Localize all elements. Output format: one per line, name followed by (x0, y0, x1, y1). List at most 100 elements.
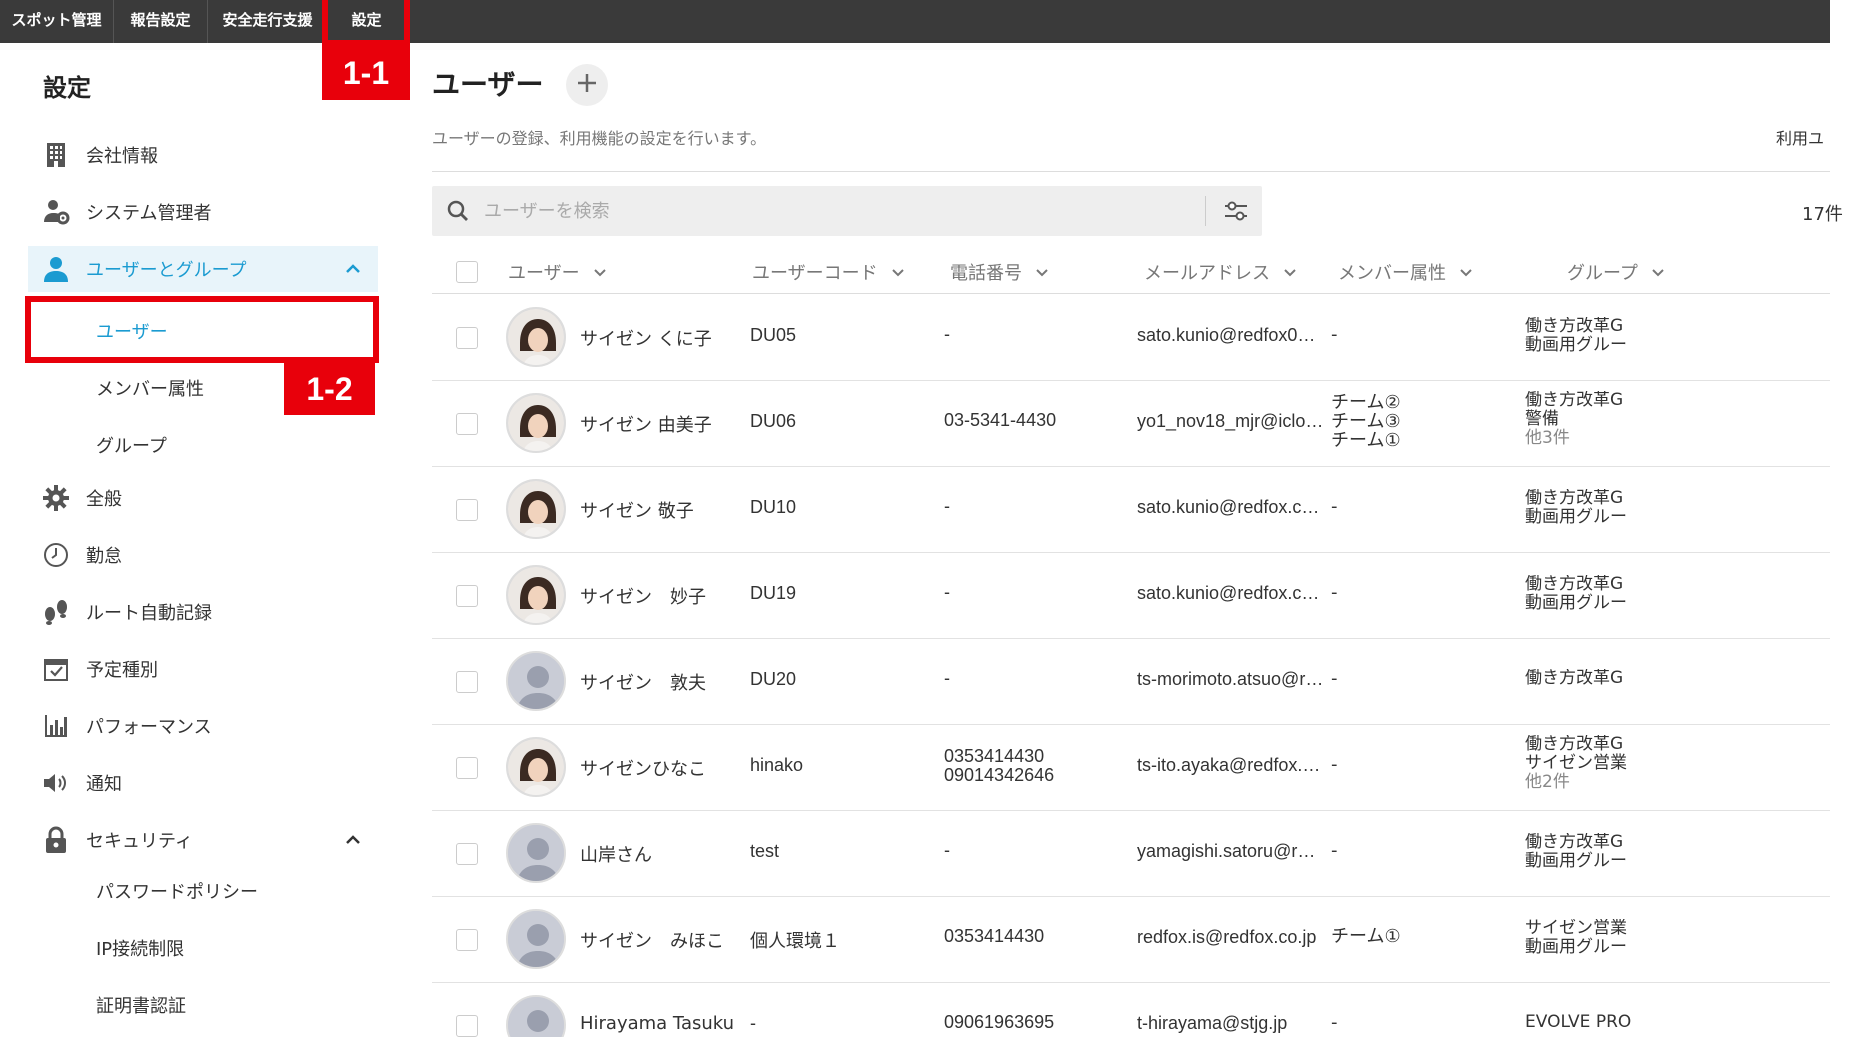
user-name[interactable]: サイゼンひなこ (580, 755, 750, 781)
group-list: 働き方改革G 警備 他3件 (1525, 391, 1624, 448)
user-name[interactable]: サイゼン くに子 (580, 325, 750, 351)
user-code: DU10 (750, 497, 797, 517)
sidebar-item-general[interactable]: 全般 (28, 475, 378, 521)
column-header-phone[interactable]: 電話番号 (950, 259, 1050, 285)
add-user-button[interactable] (566, 64, 608, 106)
tab-spot-management[interactable]: スポット管理 (0, 0, 114, 43)
group-list: 働き方改革G 動画用グルー (1525, 317, 1627, 355)
user-name[interactable]: サイゼン 妙子 (580, 583, 750, 609)
sidebar-item-route-auto-record[interactable]: ルート自動記録 (28, 589, 378, 635)
table-row[interactable]: サイゼン 妙子 DU19- sato.kunio@redfox.co.jp - 働き方改… (432, 553, 1830, 639)
member-attributes: - (1331, 325, 1338, 344)
user-code: - (750, 1013, 756, 1033)
top-nav: スポット管理 報告設定 安全走行支援 設定 (0, 0, 1830, 43)
column-label: 電話番号 (950, 263, 1022, 284)
table-row[interactable]: 山岸さん test - yamagishi.satoru@redf… - 働き方改革G 動画… (432, 811, 1830, 897)
table-row[interactable]: サイゼン 敬子 DU10- sato.kunio@redfox.co.jp - 働き方改… (432, 467, 1830, 553)
row-checkbox[interactable] (456, 585, 478, 607)
sidebar-item-schedule-types[interactable]: 予定種別 (28, 646, 378, 692)
sidebar-item-users-groups[interactable]: ユーザーとグループ (28, 246, 378, 292)
member-attributes: - (1331, 841, 1338, 860)
sidebar-item-label: 勤怠 (86, 546, 122, 567)
phone-number: - (944, 583, 950, 602)
email-address: yo1_nov18_mjr@iclou… (1137, 411, 1325, 431)
chevron-up-icon[interactable] (342, 258, 364, 280)
sidebar-item-performance[interactable]: パフォーマンス (28, 703, 378, 749)
table-row[interactable]: サイゼンひなこ hinako 0353414430 09014342646 ts-ito… (432, 725, 1830, 811)
user-avatar (506, 565, 566, 625)
chevron-down-icon (592, 264, 608, 280)
sidebar-item-label: ルート自動記録 (86, 603, 212, 624)
sidebar-subitem-ip-restriction[interactable]: IP接続制限 (96, 935, 184, 961)
sidebar-item-label: パフォーマンス (86, 717, 212, 738)
user-name[interactable]: サイゼン 由美子 (580, 411, 750, 437)
sidebar-item-notifications[interactable]: 通知 (28, 760, 378, 806)
sidebar-item-security[interactable]: セキュリティ (28, 817, 378, 863)
result-count: 17件 (1802, 204, 1843, 225)
table-row[interactable]: サイゼン 敦夫 DU20- ts-morimoto.atsuo@re… - 働き方改革G (432, 639, 1830, 725)
page-title: ユーザー (432, 68, 544, 101)
sidebar-subitem-certificate-auth[interactable]: 証明書認証 (96, 992, 186, 1018)
group-list: 働き方改革G 動画用グルー (1525, 833, 1627, 871)
user-icon (42, 255, 70, 283)
column-header-email[interactable]: メールアドレス (1144, 259, 1298, 285)
tab-report-settings[interactable]: 報告設定 (114, 0, 208, 43)
user-avatar (506, 307, 566, 367)
phone-number: - (944, 325, 950, 344)
column-label: ユーザー (508, 263, 580, 284)
sidebar-item-company-info[interactable]: 会社情報 (28, 132, 378, 178)
select-all-checkbox[interactable] (456, 261, 478, 283)
search-input[interactable] (484, 186, 1164, 236)
plus-icon (575, 71, 599, 99)
tab-safe-driving[interactable]: 安全走行支援 (208, 0, 328, 43)
users-table: ユーザー ユーザーコード 電話番号 メールアドレス メンバー属性 グループ サイ… (432, 247, 1830, 1037)
table-header: ユーザー ユーザーコード 電話番号 メールアドレス メンバー属性 グループ (432, 247, 1830, 294)
search-bar (432, 186, 1262, 236)
table-row[interactable]: サイゼン 由美子 DU06 03-5341-4430 yo1_nov18_mjr@ic… (432, 381, 1830, 467)
building-icon (42, 141, 70, 169)
column-label: グループ (1567, 263, 1638, 284)
sidebar-item-label: 全般 (86, 489, 122, 510)
member-attributes: - (1331, 669, 1338, 688)
row-checkbox[interactable] (456, 1015, 478, 1037)
column-header-user[interactable]: ユーザー (508, 259, 608, 285)
column-header-group[interactable]: グループ (1567, 259, 1666, 285)
email-address: sato.kunio@redfox.co.jp (1137, 583, 1325, 603)
chevron-up-icon[interactable] (342, 829, 364, 851)
user-name[interactable]: サイゼン みほこ (580, 927, 750, 953)
admin-gear-icon (42, 198, 70, 226)
speaker-icon (42, 769, 70, 797)
search-separator (1205, 196, 1206, 226)
sidebar-item-attendance[interactable]: 勤怠 (28, 532, 378, 578)
row-checkbox[interactable] (456, 413, 478, 435)
sidebar-subitem-groups[interactable]: グループ (96, 432, 167, 458)
user-name[interactable]: 山岸さん (580, 841, 750, 867)
column-header-user-code[interactable]: ユーザーコード (752, 259, 906, 285)
user-name[interactable]: サイゼン 敦夫 (580, 669, 750, 695)
row-checkbox[interactable] (456, 671, 478, 693)
chevron-down-icon (1650, 264, 1666, 280)
column-header-member-attr[interactable]: メンバー属性 (1338, 259, 1474, 285)
member-attributes: - (1331, 1013, 1338, 1032)
filter-sliders-icon[interactable] (1222, 198, 1250, 224)
row-checkbox[interactable] (456, 843, 478, 865)
row-checkbox[interactable] (456, 757, 478, 779)
sidebar-item-system-admin[interactable]: システム管理者 (28, 189, 378, 235)
row-checkbox[interactable] (456, 929, 478, 951)
user-code: DU06 (750, 411, 797, 431)
default-avatar-icon (506, 651, 566, 711)
user-code: DU19 (750, 583, 797, 603)
phone-number: 0353414430 (944, 927, 1045, 946)
group-list: サイゼン営業 動画用グルー (1525, 919, 1627, 957)
row-checkbox[interactable] (456, 499, 478, 521)
table-row[interactable]: サイゼン みほこ 個人環境１ 0353414430 redfox.is@redfox.… (432, 897, 1830, 983)
table-row[interactable]: サイゼン くに子 DU05- sato.kunio@redfox01.o… - 働き方改… (432, 295, 1830, 381)
table-row[interactable]: Hirayama Tasuku -09061963695 t-hirayama@st… (432, 983, 1830, 1037)
group-list: 働き方改革G サイゼン営業 他2件 (1525, 735, 1627, 792)
row-checkbox[interactable] (456, 327, 478, 349)
default-avatar-icon (506, 823, 566, 883)
sidebar-subitem-member-attributes[interactable]: メンバー属性 (96, 375, 204, 401)
user-name[interactable]: Hirayama Tasuku (580, 1013, 750, 1034)
user-name[interactable]: サイゼン 敬子 (580, 497, 750, 523)
sidebar-subitem-password-policy[interactable]: パスワードポリシー (96, 878, 258, 904)
